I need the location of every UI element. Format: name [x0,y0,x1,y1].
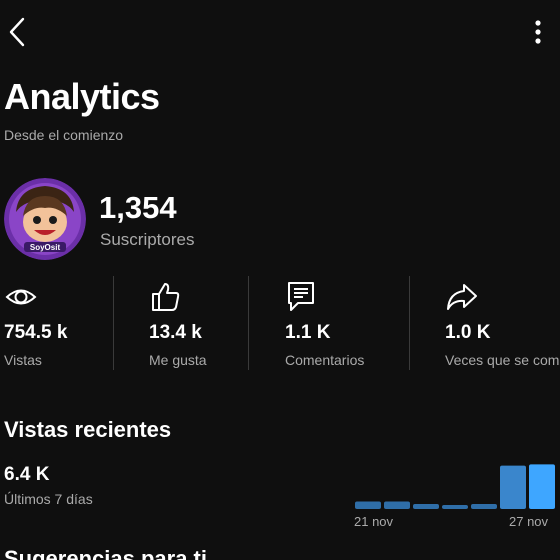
subscriber-label: Suscriptores [100,230,195,249]
chart-bar [471,504,497,509]
comment-icon [288,282,314,311]
stat-value: 1.0 K [445,322,491,343]
x-tick-label: 27 nov [509,514,549,529]
top-bar [0,0,560,64]
stat-likes[interactable]: 13.4 k Me gusta [149,278,249,370]
stat-divider [409,276,410,370]
stat-comments[interactable]: 1.1 K Comentarios [285,278,410,370]
stat-value: 754.5 k [4,322,68,343]
stat-label: Veces que se compartió [445,352,560,368]
stat-views[interactable]: 754.5 k Vistas [4,278,114,370]
stat-value: 13.4 k [149,322,202,343]
next-section-title: Sugerencias para ti [4,546,207,560]
more-vert-icon [535,20,541,44]
chart-bar [529,464,555,509]
recent-views-period: Últimos 7 días [4,491,93,507]
stat-label: Vistas [4,352,42,368]
page-subtitle: Desde el comienzo [4,127,124,143]
stat-divider [248,276,249,370]
stat-label: Comentarios [285,352,365,368]
x-tick-label: 21 nov [354,514,394,529]
stat-label: Me gusta [149,352,207,368]
page-title: Analytics [4,76,160,117]
recent-views-value: 6.4 K [4,464,50,485]
subscriber-count: 1,354 [99,190,177,225]
chart-bar [413,504,439,509]
eye-icon [5,289,37,305]
share-icon [447,284,477,310]
more-options-button[interactable] [528,16,548,48]
stat-value: 1.1 K [285,322,331,343]
chart-bar [384,501,410,509]
channel-avatar[interactable]: SoyOsit [4,178,86,260]
stat-shares[interactable]: 1.0 K Veces que se compartió [445,278,560,370]
chart-bar [355,501,381,509]
stat-divider [113,276,114,370]
back-button[interactable] [4,14,30,50]
chart-bar [442,505,468,509]
avatar-illustration: SoyOsit [4,178,86,260]
chart-bar [500,465,526,509]
chevron-left-icon [9,17,25,47]
avatar-text: SoyOsit [30,243,61,252]
recent-views-title: Vistas recientes [4,417,172,442]
thumbs-up-icon [152,283,180,311]
